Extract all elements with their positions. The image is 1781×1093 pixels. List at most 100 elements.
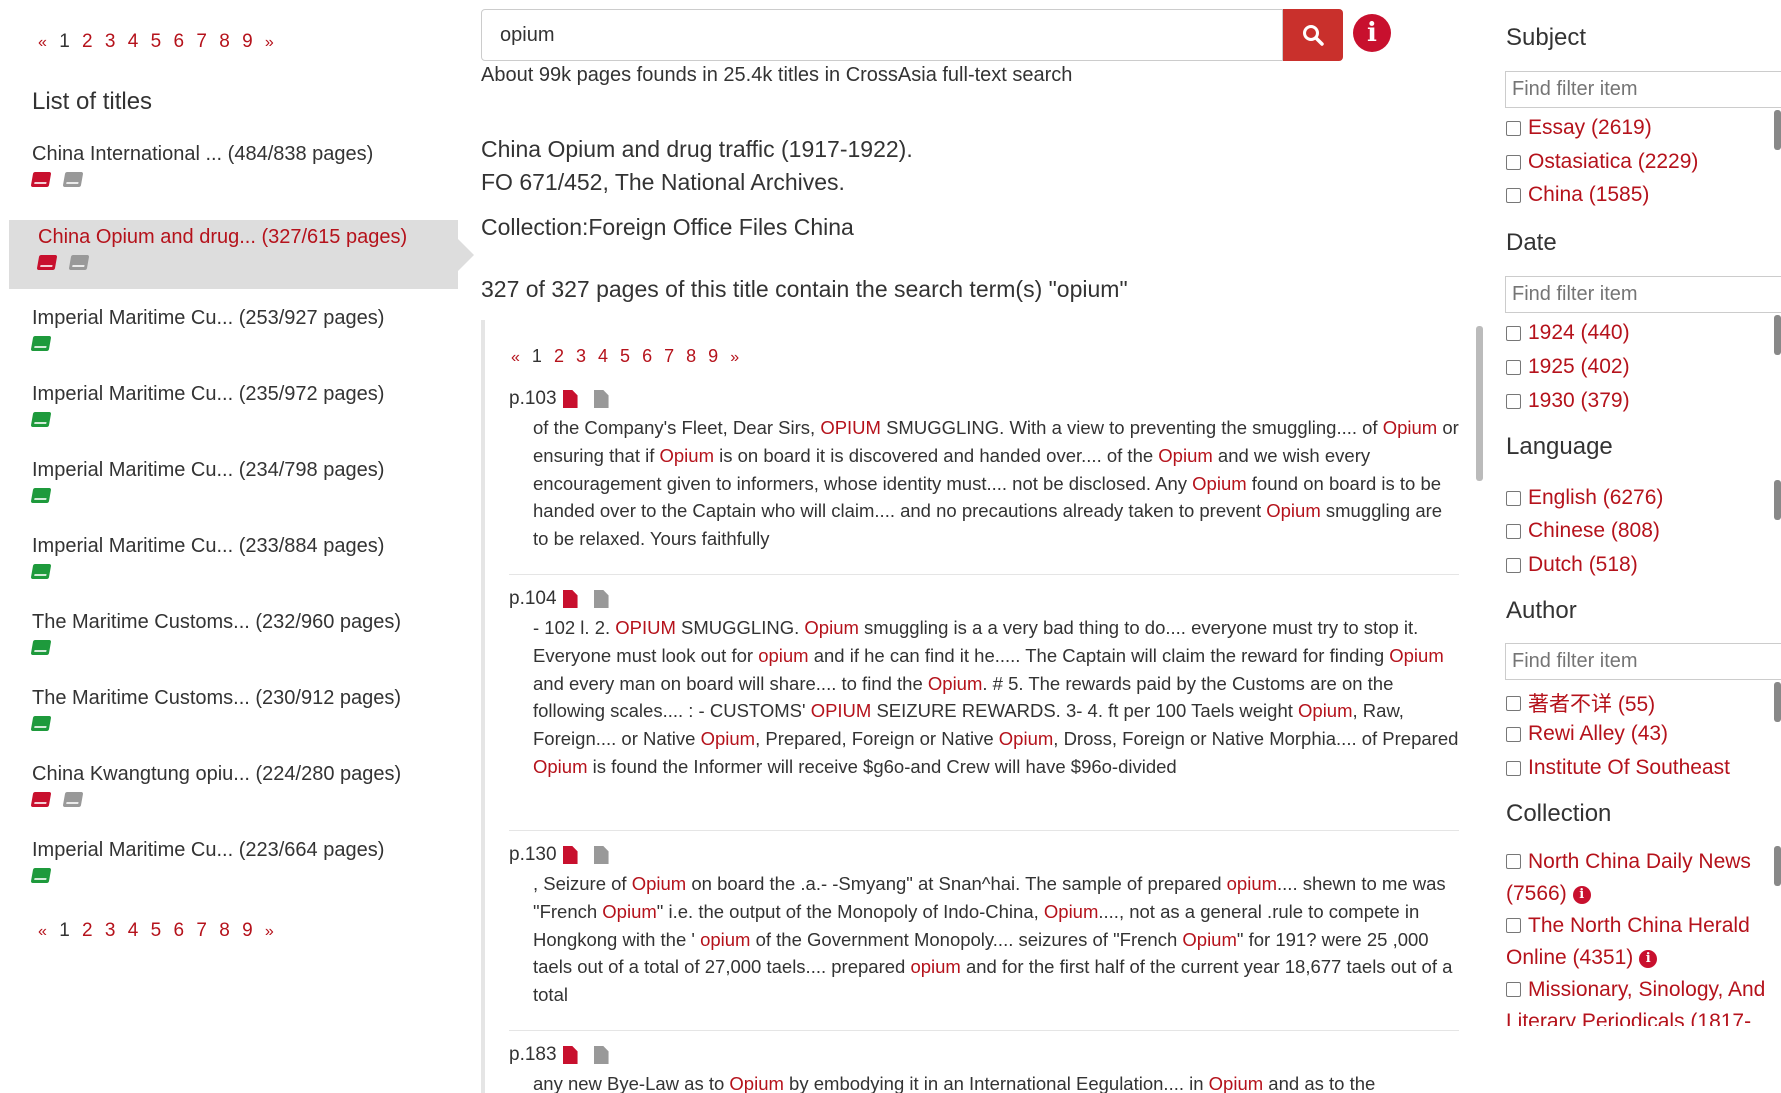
info-icon[interactable]: i <box>1353 14 1391 52</box>
pagination-page-9[interactable]: 9 <box>242 920 253 942</box>
facet-item-label[interactable]: Dutch (518) <box>1528 553 1638 577</box>
book-icon[interactable] <box>68 255 90 270</box>
book-icon[interactable] <box>30 564 52 579</box>
title-list-item[interactable]: China International ... (484/838 pages) <box>30 143 452 187</box>
title-list-item[interactable]: Imperial Maritime Cu... (223/664 pages) <box>30 839 452 883</box>
pagination-page-7[interactable]: 7 <box>196 920 207 942</box>
facet-item[interactable]: North China Daily News (7566) i <box>1506 846 1776 910</box>
title-list-item-label[interactable]: Imperial Maritime Cu... (253/927 pages) <box>32 307 452 330</box>
checkbox[interactable] <box>1506 695 1521 711</box>
facet-item[interactable]: 1930 (379) <box>1506 389 1630 413</box>
info-icon[interactable]: i <box>1572 886 1591 904</box>
pagination-page-8[interactable]: 8 <box>219 31 230 53</box>
facet-item[interactable]: Dutch (518) <box>1506 553 1638 577</box>
facet-item[interactable]: Ostasiatica (2229) <box>1506 150 1698 174</box>
pagination-page-2[interactable]: 2 <box>82 31 93 53</box>
checkbox[interactable] <box>1506 154 1521 170</box>
title-list-item-active[interactable]: China Opium and drug... (327/615 pages) <box>9 220 474 289</box>
pagination-page-1[interactable]: 1 <box>532 346 542 367</box>
facet-item-label[interactable]: 著者不详 (55) <box>1528 688 1655 718</box>
search-button[interactable] <box>1283 9 1343 61</box>
facet-item-label[interactable]: North China Daily News (7566) <box>1506 850 1751 905</box>
title-list-item-label[interactable]: Imperial Maritime Cu... (235/972 pages) <box>32 383 452 406</box>
pagination-page-5[interactable]: 5 <box>151 920 162 942</box>
pagination-page-4[interactable]: 4 <box>598 346 608 367</box>
facet-item-label[interactable]: Missionary, Sinology, And Literary Perio… <box>1506 978 1765 1026</box>
pagination-first[interactable]: « <box>38 923 47 941</box>
title-list-item[interactable]: The Maritime Customs... (230/912 pages) <box>30 687 452 731</box>
pagination-last[interactable]: » <box>265 34 274 52</box>
title-list-item-label[interactable]: Imperial Maritime Cu... (233/884 pages) <box>32 535 452 558</box>
subject-filter-input[interactable] <box>1505 71 1781 108</box>
pagination-page-9[interactable]: 9 <box>708 346 718 367</box>
book-icon[interactable] <box>62 172 84 187</box>
facet-item[interactable]: 1925 (402) <box>1506 355 1630 379</box>
title-list-item[interactable]: Imperial Maritime Cu... (235/972 pages) <box>30 383 452 427</box>
hit-page-link[interactable]: p.104 <box>509 588 557 610</box>
facet-scrollbar[interactable] <box>1774 110 1781 150</box>
checkbox[interactable] <box>1506 760 1521 776</box>
pagination-page-3[interactable]: 3 <box>576 346 586 367</box>
facet-item[interactable]: China (1585) <box>1506 183 1649 207</box>
title-list-item[interactable]: China Kwangtung opiu... (224/280 pages) <box>30 763 452 807</box>
pdf-icon[interactable] <box>562 590 578 608</box>
facet-item[interactable]: 著者不详 (55) <box>1506 688 1655 718</box>
pagination-page-6[interactable]: 6 <box>642 346 652 367</box>
hits-scrollbar[interactable] <box>1476 326 1483 481</box>
pagination-page-8[interactable]: 8 <box>686 346 696 367</box>
checkbox[interactable] <box>1506 325 1521 341</box>
hit-page-link[interactable]: p.103 <box>509 388 557 410</box>
book-icon[interactable] <box>30 412 52 427</box>
pagination-page-5[interactable]: 5 <box>620 346 630 367</box>
pagination-page-3[interactable]: 3 <box>105 31 116 53</box>
checkbox[interactable] <box>1506 982 1521 997</box>
facet-item-label[interactable]: China (1585) <box>1528 183 1649 207</box>
title-list-item-label[interactable]: Imperial Maritime Cu... (234/798 pages) <box>32 459 452 482</box>
facet-scrollbar[interactable] <box>1774 315 1781 355</box>
pagination-page-6[interactable]: 6 <box>173 920 184 942</box>
facet-item[interactable]: Rewi Alley (43) <box>1506 722 1668 746</box>
date-filter-input[interactable] <box>1505 276 1781 313</box>
title-list-item[interactable]: The Maritime Customs... (232/960 pages) <box>30 611 452 655</box>
pagination-page-3[interactable]: 3 <box>105 920 116 942</box>
facet-item-label[interactable]: 1925 (402) <box>1528 355 1630 379</box>
hit-page-link[interactable]: p.183 <box>509 1044 557 1066</box>
pagination-page-9[interactable]: 9 <box>242 31 253 53</box>
facet-item[interactable]: 1924 (440) <box>1506 321 1630 345</box>
facet-item-label[interactable]: 1924 (440) <box>1528 321 1630 345</box>
checkbox[interactable] <box>1506 557 1521 573</box>
facet-item-label[interactable]: English (6276) <box>1528 486 1663 510</box>
checkbox[interactable] <box>1506 187 1521 203</box>
title-list-item-label[interactable]: The Maritime Customs... (232/960 pages) <box>32 611 452 634</box>
pagination-first[interactable]: « <box>511 349 520 367</box>
book-icon[interactable] <box>30 716 52 731</box>
pagination-first[interactable]: « <box>38 34 47 52</box>
checkbox[interactable] <box>1506 918 1521 933</box>
facet-scrollbar[interactable] <box>1774 682 1781 722</box>
search-input[interactable] <box>481 9 1283 61</box>
checkbox[interactable] <box>1506 490 1521 506</box>
pagination-last[interactable]: » <box>265 923 274 941</box>
checkbox[interactable] <box>1506 120 1521 136</box>
title-list-item-label[interactable]: The Maritime Customs... (230/912 pages) <box>32 687 452 710</box>
file-icon[interactable] <box>593 1046 609 1064</box>
book-icon[interactable] <box>30 792 52 807</box>
title-list-item[interactable]: Imperial Maritime Cu... (253/927 pages) <box>30 307 452 351</box>
info-icon[interactable]: i <box>1639 950 1658 968</box>
pagination-page-8[interactable]: 8 <box>219 920 230 942</box>
facet-item-label[interactable]: 1930 (379) <box>1528 389 1630 413</box>
checkbox[interactable] <box>1506 393 1521 409</box>
file-icon[interactable] <box>593 590 609 608</box>
facet-item-label[interactable]: The North China Herald Online (4351) <box>1506 914 1750 969</box>
facet-item[interactable]: Missionary, Sinology, And Literary Perio… <box>1506 974 1776 1026</box>
facet-item[interactable]: The North China Herald Online (4351) i <box>1506 910 1776 974</box>
checkbox[interactable] <box>1506 854 1521 869</box>
pdf-icon[interactable] <box>562 390 578 408</box>
facet-scrollbar[interactable] <box>1774 480 1781 520</box>
pdf-icon[interactable] <box>562 846 578 864</box>
facet-item-label[interactable]: Essay (2619) <box>1528 116 1652 140</box>
book-icon[interactable] <box>62 792 84 807</box>
pagination-page-6[interactable]: 6 <box>173 31 184 53</box>
facet-item-label[interactable]: Rewi Alley (43) <box>1528 722 1668 746</box>
facet-item[interactable]: English (6276) <box>1506 486 1663 510</box>
